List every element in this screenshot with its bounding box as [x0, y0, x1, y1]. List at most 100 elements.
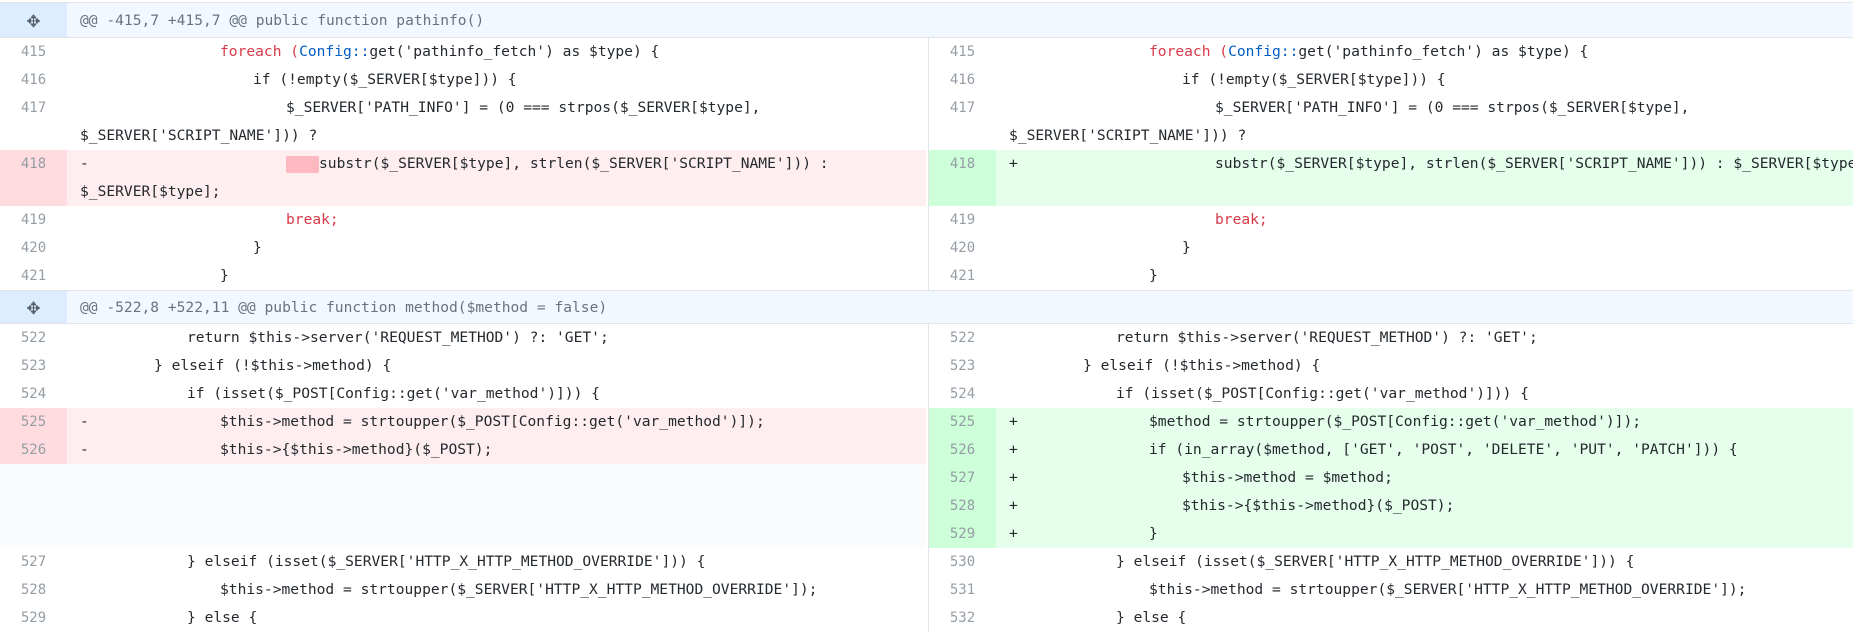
code-line: $this->method = strtoupper($_POST[Config…: [220, 413, 765, 430]
line-number[interactable]: 416: [929, 66, 996, 94]
code-line: }: [1182, 239, 1191, 256]
diff-row-changed: 418 - substr($_SERVER[$type], strlen($_S…: [0, 150, 1853, 206]
line-number[interactable]: 419: [0, 206, 67, 234]
line-number-added[interactable]: 527: [929, 464, 996, 492]
diff-row-added: 527 + $this->method = $method;: [0, 464, 1853, 492]
addition-marker: +: [1009, 441, 1018, 458]
code-line: }: [253, 239, 262, 256]
line-number-empty: [0, 520, 67, 548]
diff-row-added: 528 + $this->{$this->method}($_POST);: [0, 492, 1853, 520]
line-number[interactable]: 419: [929, 206, 996, 234]
diff-row: 416 if (!empty($_SERVER[$type])) { 416 i…: [0, 66, 1853, 94]
code-line: $_SERVER['PATH_INFO'] = (0 === strpos($_…: [1215, 99, 1690, 116]
code-line: if (!empty($_SERVER[$type])) {: [1182, 71, 1446, 88]
line-number[interactable]: 523: [929, 352, 996, 380]
line-number[interactable]: 531: [929, 576, 996, 604]
code-line: }: [1149, 525, 1158, 542]
diff-row: 524 if (isset($_POST[Config::get('var_me…: [0, 380, 1853, 408]
code-line: $_SERVER['PATH_INFO'] = (0 === strpos($_…: [286, 99, 761, 116]
diff-row: 527 } elseif (isset($_SERVER['HTTP_X_HTT…: [0, 548, 1853, 576]
hunk-header-text: @@ -522,8 +522,11 @@ public function met…: [80, 298, 608, 316]
line-number[interactable]: 523: [0, 352, 67, 380]
code-line: }: [220, 267, 229, 284]
empty-line: [67, 492, 926, 520]
empty-line: [67, 464, 926, 492]
diff-row-changed: 526 - $this->{$this->method}($_POST); 52…: [0, 436, 1853, 464]
line-number[interactable]: 522: [929, 324, 996, 352]
code-line: foreach (Config::get('pathinfo_fetch') a…: [1149, 43, 1589, 60]
empty-line: [67, 520, 926, 548]
line-number[interactable]: 420: [929, 234, 996, 262]
line-number[interactable]: 415: [0, 38, 67, 66]
hunk-header: ✥ @@ -522,8 +522,11 @@ public function m…: [0, 290, 1853, 324]
code-line: substr($_SERVER[$type], strlen($_SERVER[…: [319, 155, 829, 172]
code-line: break;: [286, 211, 339, 228]
line-number[interactable]: 416: [0, 66, 67, 94]
line-number[interactable]: 417: [0, 94, 67, 150]
code-line: $this->method = $method;: [1182, 469, 1393, 486]
line-number-added[interactable]: 418: [929, 150, 996, 206]
line-number[interactable]: 524: [929, 380, 996, 408]
diff-row-added: 529 + }: [0, 520, 1853, 548]
diff-row: 528 $this->method = strtoupper($_SERVER[…: [0, 576, 1853, 604]
code-line: return $this->server('REQUEST_METHOD') ?…: [1116, 329, 1538, 346]
line-number-added[interactable]: 529: [929, 520, 996, 548]
diff-row: 523 } elseif (!$this->method) { 523 } el…: [0, 352, 1853, 380]
addition-marker: +: [1009, 469, 1018, 486]
diff-row: 420 } 420 }: [0, 234, 1853, 262]
addition-marker: +: [1009, 413, 1018, 430]
code-line: return $this->server('REQUEST_METHOD') ?…: [187, 329, 609, 346]
code-line: } elseif (isset($_SERVER['HTTP_X_HTTP_ME…: [187, 553, 706, 570]
line-number-empty: [0, 492, 67, 520]
code-line: if (isset($_POST[Config::get('var_method…: [1116, 385, 1529, 402]
addition-marker: +: [1009, 525, 1018, 542]
hunk-header: ✥ @@ -415,7 +415,7 @@ public function pa…: [0, 2, 1853, 38]
code-line: $this->{$this->method}($_POST);: [1182, 497, 1455, 514]
code-line: } elseif (!$this->method) {: [1083, 357, 1321, 374]
line-number-added[interactable]: 526: [929, 436, 996, 464]
code-line: } else {: [187, 609, 258, 626]
code-line: $this->method = strtoupper($_SERVER['HTT…: [220, 581, 818, 598]
line-number-deleted[interactable]: 526: [0, 436, 67, 464]
expand-icon[interactable]: ✥: [0, 3, 67, 37]
diff-row: 421 } 421 }: [0, 262, 1853, 290]
deletion-marker: -: [80, 441, 89, 458]
line-number[interactable]: 417: [929, 94, 996, 150]
line-number[interactable]: 524: [0, 380, 67, 408]
line-number[interactable]: 530: [929, 548, 996, 576]
line-number[interactable]: 522: [0, 324, 67, 352]
code-line: $this->method = strtoupper($_SERVER['HTT…: [1149, 581, 1747, 598]
removed-whitespace-highlight: [286, 156, 319, 173]
code-line: } elseif (isset($_SERVER['HTTP_X_HTTP_ME…: [1116, 553, 1635, 570]
code-line: } elseif (!$this->method) {: [154, 357, 392, 374]
line-number[interactable]: 415: [929, 38, 996, 66]
code-line: if (isset($_POST[Config::get('var_method…: [187, 385, 600, 402]
code-line: if (in_array($method, ['GET', 'POST', 'D…: [1149, 441, 1738, 458]
line-number[interactable]: 420: [0, 234, 67, 262]
line-number[interactable]: 421: [929, 262, 996, 290]
line-number[interactable]: 528: [0, 576, 67, 604]
line-number[interactable]: 421: [0, 262, 67, 290]
code-line-wrap: $_SERVER[$type];: [80, 183, 221, 200]
diff-row: 522 return $this->server('REQUEST_METHOD…: [0, 324, 1853, 352]
expand-icon[interactable]: ✥: [0, 291, 67, 323]
diff-row: 529 } else { 532 } else {: [0, 604, 1853, 632]
code-line-wrap: $_SERVER['SCRIPT_NAME'])) ?: [1009, 127, 1247, 144]
code-line: substr($_SERVER[$type], strlen($_SERVER[…: [1215, 155, 1853, 172]
line-number[interactable]: 532: [929, 604, 996, 632]
diff-row: 417 $_SERVER['PATH_INFO'] = (0 === strpo…: [0, 94, 1853, 150]
split-diff-view: ✥ @@ -415,7 +415,7 @@ public function pa…: [0, 0, 1853, 635]
line-number[interactable]: 529: [0, 604, 67, 632]
diff-row: 419 break; 419 break;: [0, 206, 1853, 234]
line-number-empty: [0, 464, 67, 492]
deletion-marker: -: [80, 155, 89, 172]
code-line-wrap: $_SERVER['SCRIPT_NAME'])) ?: [80, 127, 318, 144]
code-line: } else {: [1116, 609, 1187, 626]
line-number-deleted[interactable]: 418: [0, 150, 67, 206]
line-number-added[interactable]: 525: [929, 408, 996, 436]
line-number-added[interactable]: 528: [929, 492, 996, 520]
line-number[interactable]: 527: [0, 548, 67, 576]
code-line: if (!empty($_SERVER[$type])) {: [253, 71, 517, 88]
line-number-deleted[interactable]: 525: [0, 408, 67, 436]
code-line: $method = strtoupper($_POST[Config::get(…: [1149, 413, 1642, 430]
